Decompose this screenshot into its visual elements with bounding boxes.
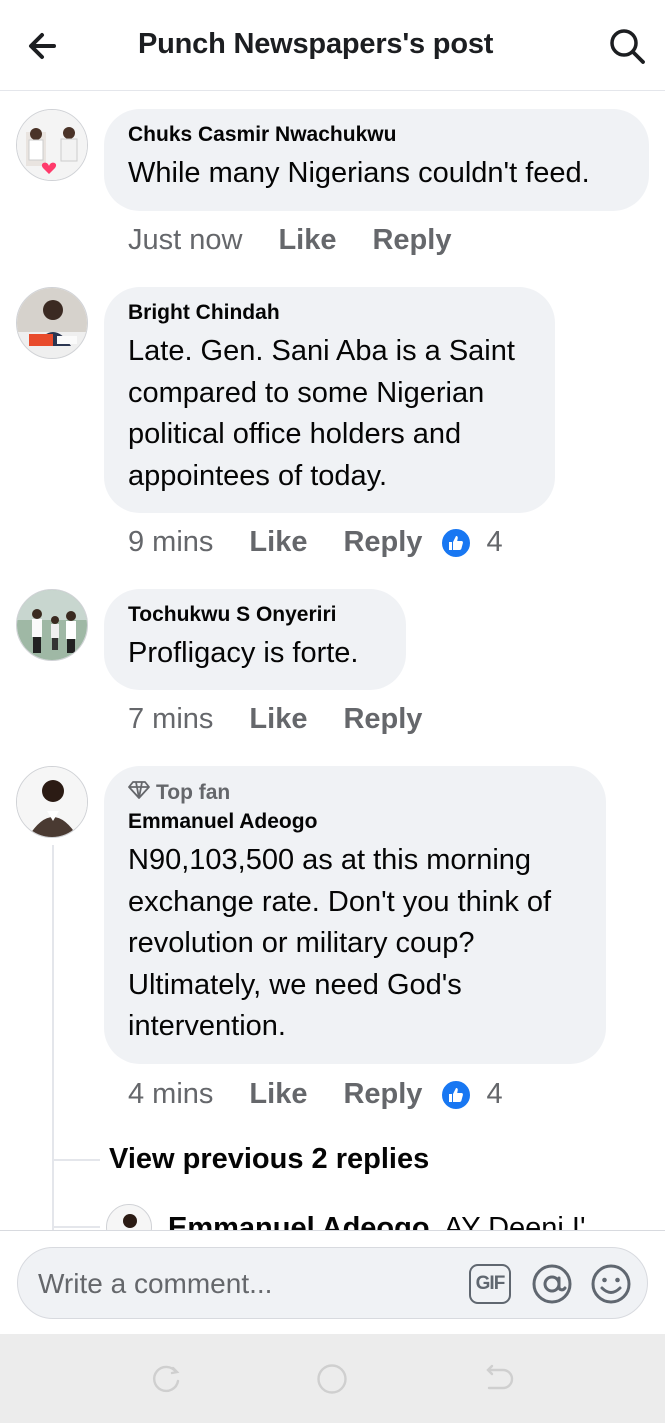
comment-text: While many Nigerians couldn't feed. <box>128 157 590 189</box>
reply-button[interactable]: Reply <box>343 1078 422 1111</box>
comment-author[interactable]: Bright Chindah <box>128 301 531 325</box>
view-previous-replies-link[interactable]: View previous 2 replies <box>109 1143 429 1176</box>
like-reaction-icon <box>440 526 473 559</box>
comment-bubble[interactable]: Top fan Emmanuel Adeogo N90,103,500 as a… <box>104 766 606 1064</box>
avatar[interactable] <box>16 287 88 359</box>
emoji-icon[interactable] <box>589 1262 633 1306</box>
comment-bubble[interactable]: Tochukwu S Onyeriri Profligacy is forte. <box>104 589 406 690</box>
like-button[interactable]: Like <box>278 224 336 257</box>
comment-bubble[interactable]: Bright Chindah Late. Gen. Sani Aba is a … <box>104 287 555 513</box>
reaction-summary[interactable]: 4 <box>440 1078 503 1111</box>
system-navigation-bar <box>0 1334 665 1423</box>
back-arrow-icon[interactable] <box>24 26 64 66</box>
comment-timestamp[interactable]: 7 mins <box>128 703 213 736</box>
page-title: Punch Newspapers's post <box>138 28 494 60</box>
home-icon[interactable] <box>315 1362 349 1396</box>
search-icon[interactable] <box>606 25 648 67</box>
top-fan-label: Top fan <box>156 781 231 804</box>
comment-author[interactable]: Chuks Casmir Nwachukwu <box>128 123 625 147</box>
reaction-summary[interactable]: 4 <box>440 526 503 559</box>
comment-text: Profligacy is forte. <box>128 637 359 669</box>
reply-button[interactable]: Reply <box>372 224 451 257</box>
avatar[interactable] <box>16 766 88 838</box>
reaction-count: 4 <box>486 1078 503 1110</box>
comment-timestamp[interactable]: 4 mins <box>128 1078 213 1111</box>
like-button[interactable]: Like <box>249 703 307 736</box>
reply-preview[interactable]: Emmanuel Adeogo AY Deeni I' <box>106 1204 665 1231</box>
comment-actions: 7 mins Like Reply <box>128 703 422 736</box>
like-button[interactable]: Like <box>249 1078 307 1111</box>
reply-button[interactable]: Reply <box>343 703 422 736</box>
like-button[interactable]: Like <box>249 526 307 559</box>
reply-author[interactable]: Emmanuel Adeogo <box>168 1212 430 1231</box>
thread-line <box>52 845 54 1230</box>
comment-composer-bar: GIF <box>0 1230 665 1334</box>
back-icon[interactable] <box>481 1362 515 1396</box>
like-reaction-icon <box>440 1078 473 1111</box>
comment-text: N90,103,500 as at this morning exchange … <box>128 844 552 1042</box>
recent-apps-icon[interactable] <box>149 1362 183 1396</box>
comment-composer[interactable]: GIF <box>17 1247 648 1319</box>
diamond-icon <box>128 780 150 806</box>
mention-icon[interactable] <box>530 1262 574 1306</box>
top-fan-badge: Top fan <box>128 780 582 806</box>
comment-author[interactable]: Emmanuel Adeogo <box>128 810 582 834</box>
comment-author[interactable]: Tochukwu S Onyeriri <box>128 603 382 627</box>
avatar[interactable] <box>16 589 88 661</box>
comment-actions: Just now Like Reply <box>128 224 451 257</box>
comment-input[interactable] <box>38 1266 458 1302</box>
reply-button[interactable]: Reply <box>343 526 422 559</box>
gif-button[interactable]: GIF <box>469 1264 511 1304</box>
comment-actions: 9 mins Like Reply 4 <box>128 526 503 559</box>
thread-connector <box>52 1226 100 1228</box>
comment-timestamp[interactable]: 9 mins <box>128 526 213 559</box>
comment-bubble[interactable]: Chuks Casmir Nwachukwu While many Nigeri… <box>104 109 649 211</box>
thread-connector <box>52 1159 100 1161</box>
reaction-count: 4 <box>486 526 503 558</box>
comment-text: Late. Gen. Sani Aba is a Saint compared … <box>128 335 515 492</box>
reply-text: AY Deeni I' <box>444 1212 586 1231</box>
avatar[interactable] <box>16 109 88 181</box>
comment-timestamp[interactable]: Just now <box>128 224 242 257</box>
comment-actions: 4 mins Like Reply 4 <box>128 1078 503 1111</box>
top-bar: Punch Newspapers's post <box>0 0 665 91</box>
avatar[interactable] <box>106 1204 152 1231</box>
